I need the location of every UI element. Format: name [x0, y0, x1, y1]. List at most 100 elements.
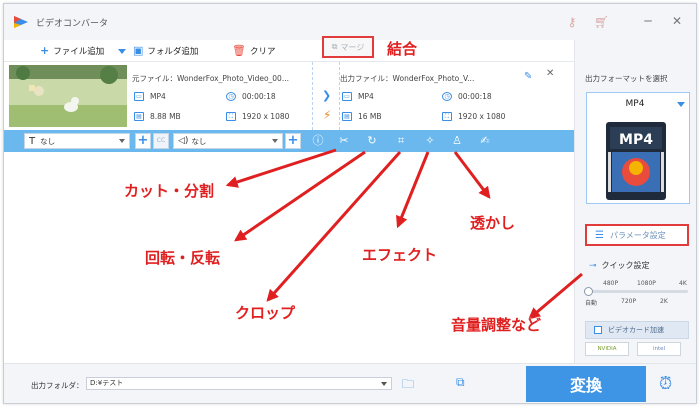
- merge-button[interactable]: ⧉ マージ: [322, 36, 374, 58]
- slider-label-4k: 4K: [679, 280, 687, 287]
- clock-icon: ◷: [442, 92, 452, 101]
- quality-slider[interactable]: [586, 290, 688, 293]
- audio-value: なし: [191, 136, 207, 146]
- add-folder-button[interactable]: ▣ フォルダ追加: [133, 44, 198, 58]
- format-icon: ▭: [134, 92, 144, 101]
- annotation-watermark: 透かし: [470, 214, 516, 232]
- open-folder-icon[interactable]: ⧉: [456, 375, 465, 390]
- audio-track-select[interactable]: ◁) なし: [173, 133, 283, 149]
- lightning-icon: ⚡︎: [323, 108, 332, 122]
- clear-label: クリア: [249, 47, 276, 57]
- close-window-icon[interactable]: ✕: [670, 14, 684, 28]
- add-file-button[interactable]: + ファイル追加: [40, 44, 104, 58]
- annotation-volume: 音量調整など: [451, 316, 542, 334]
- chevron-down-icon: [272, 139, 278, 143]
- gpu-logos: NVIDIA intel: [585, 342, 681, 356]
- mp4-thumb-text: MP4: [619, 132, 653, 148]
- title-bar: ビデオコンバータ ⚷ 🛒︎ ─ ✕: [4, 4, 696, 40]
- gpu-label: ビデオカード加速: [608, 326, 664, 334]
- crop-icon[interactable]: ⌗: [394, 134, 408, 148]
- chevron-down-icon[interactable]: [381, 382, 387, 386]
- source-format: ▭ MP4: [134, 92, 166, 101]
- file-size-icon: ▤: [134, 112, 144, 121]
- annotation-effect: エフェクト: [362, 246, 438, 264]
- output-format: ▭ MP4: [342, 92, 374, 101]
- browse-folder-icon[interactable]: 🗀︎: [402, 375, 414, 396]
- chevron-down-icon: [119, 139, 125, 143]
- quality-slider-handle[interactable]: [584, 287, 593, 296]
- mp4-format-icon: MP4: [606, 122, 666, 200]
- slider-label-auto: 自動: [585, 300, 598, 307]
- rename-pencil-icon[interactable]: ✎: [524, 71, 532, 82]
- add-subtitle-button[interactable]: +: [135, 133, 151, 149]
- intel-logo: intel: [637, 342, 681, 356]
- annotation-crop: クロップ: [235, 304, 296, 322]
- format-selector[interactable]: MP4 MP4: [586, 92, 690, 204]
- output-settings-panel: 出力フォーマットを選択 MP4 MP4 ☰ パラメータ設定 ⊸ クイック設定 4…: [574, 40, 696, 363]
- clear-button[interactable]: 🗑︎ クリア: [232, 44, 275, 58]
- quick-slider-icon: ⊸: [589, 260, 597, 271]
- window-title: ビデオコンバータ: [36, 19, 109, 29]
- bottom-bar: 出力フォルダ： D:¥テスト 🗀︎ ⧉ 変換 ⏰︎: [4, 363, 696, 403]
- subtitle-value: なし: [40, 136, 56, 146]
- resolution-icon: ⛶: [442, 112, 452, 121]
- output-file-label: 出力ファイル：WonderFox_Photo_V...: [340, 74, 475, 83]
- minimize-icon[interactable]: ─: [641, 14, 655, 28]
- edit-toolbar: T なし + CC ◁) なし + ⓘ ✂ ↻ ⌗ ✧ ♙ ✍: [4, 130, 574, 152]
- merge-icon: ⧉: [331, 42, 338, 51]
- video-thumbnail[interactable]: [9, 65, 127, 127]
- convert-button[interactable]: 変換: [526, 366, 646, 402]
- output-size: ▤ 16 MB: [342, 112, 382, 121]
- output-folder-value: D:¥テスト: [90, 379, 124, 387]
- add-file-dropdown-icon[interactable]: [118, 49, 126, 54]
- slider-label-720p: 720P: [621, 298, 637, 305]
- watermark-icon[interactable]: ♙: [450, 134, 464, 148]
- source-resolution: ⛶ 1920 x 1080: [226, 112, 289, 121]
- gpu-checkbox[interactable]: [594, 326, 602, 334]
- file-item[interactable]: 元ファイル：WonderFox_Photo_Video_00... ▭ MP4 ◷…: [4, 62, 574, 130]
- rotate-icon[interactable]: ↻: [365, 134, 379, 148]
- effect-wand-icon[interactable]: ✧: [423, 134, 437, 148]
- slider-label-480p: 480P: [603, 280, 619, 287]
- nvidia-logo: NVIDIA: [585, 342, 629, 356]
- output-folder-label: 出力フォルダ：: [31, 381, 84, 390]
- toolbar: + ファイル追加 ▣ フォルダ追加 🗑︎ クリア: [4, 40, 574, 62]
- plus-icon: +: [40, 44, 50, 57]
- scissors-icon[interactable]: ✂: [337, 134, 351, 148]
- trash-icon: 🗑︎: [232, 44, 246, 57]
- chevron-down-icon: [677, 102, 685, 107]
- annotation-merge: 結合: [387, 40, 418, 58]
- clock-icon: ◷: [226, 92, 236, 101]
- info-icon[interactable]: ⓘ: [311, 134, 325, 148]
- slider-label-1080p: 1080P: [637, 280, 656, 287]
- remove-file-icon[interactable]: ✕: [546, 68, 554, 79]
- source-size: ▤ 8.88 MB: [134, 112, 181, 121]
- folder-plus-icon: ▣: [133, 44, 144, 57]
- cc-icon[interactable]: CC: [153, 133, 169, 149]
- format-icon: ▭: [342, 92, 352, 101]
- output-format-label: 出力フォーマットを選択: [585, 74, 668, 83]
- app-window: ビデオコンバータ ⚷ 🛒︎ ─ ✕ + ファイル追加 ▣ フォルダ追加 🗑︎ ク…: [3, 3, 697, 404]
- text-icon: T: [29, 135, 36, 147]
- selected-format: MP4: [625, 99, 645, 109]
- source-file-label: 元ファイル：WonderFox_Photo_Video_00...: [132, 74, 289, 83]
- add-audio-button[interactable]: +: [285, 133, 301, 149]
- key-icon[interactable]: ⚷: [565, 15, 579, 29]
- add-file-label: ファイル追加: [53, 47, 105, 57]
- source-duration: ◷ 00:00:18: [226, 92, 276, 101]
- file-size-icon: ▤: [342, 112, 352, 121]
- quick-settings: ⊸ クイック設定: [589, 260, 650, 271]
- subtitle-select[interactable]: T なし: [24, 133, 130, 149]
- app-logo-icon: [14, 16, 28, 28]
- resolution-icon: ⛶: [226, 112, 236, 121]
- volume-edit-icon[interactable]: ✍: [478, 134, 492, 148]
- gpu-acceleration-toggle[interactable]: ビデオカード加速: [585, 321, 689, 339]
- add-folder-label: フォルダ追加: [147, 47, 199, 57]
- parameter-settings-button[interactable]: ☰ パラメータ設定: [585, 224, 689, 246]
- parameter-settings-label: パラメータ設定: [609, 230, 666, 240]
- arrow-right-icon: ❯: [322, 89, 332, 102]
- cart-icon[interactable]: 🛒︎: [594, 15, 609, 29]
- alarm-clock-icon[interactable]: ⏰︎: [659, 374, 672, 394]
- output-folder-input[interactable]: D:¥テスト: [86, 377, 392, 390]
- merge-label: マージ: [340, 42, 365, 52]
